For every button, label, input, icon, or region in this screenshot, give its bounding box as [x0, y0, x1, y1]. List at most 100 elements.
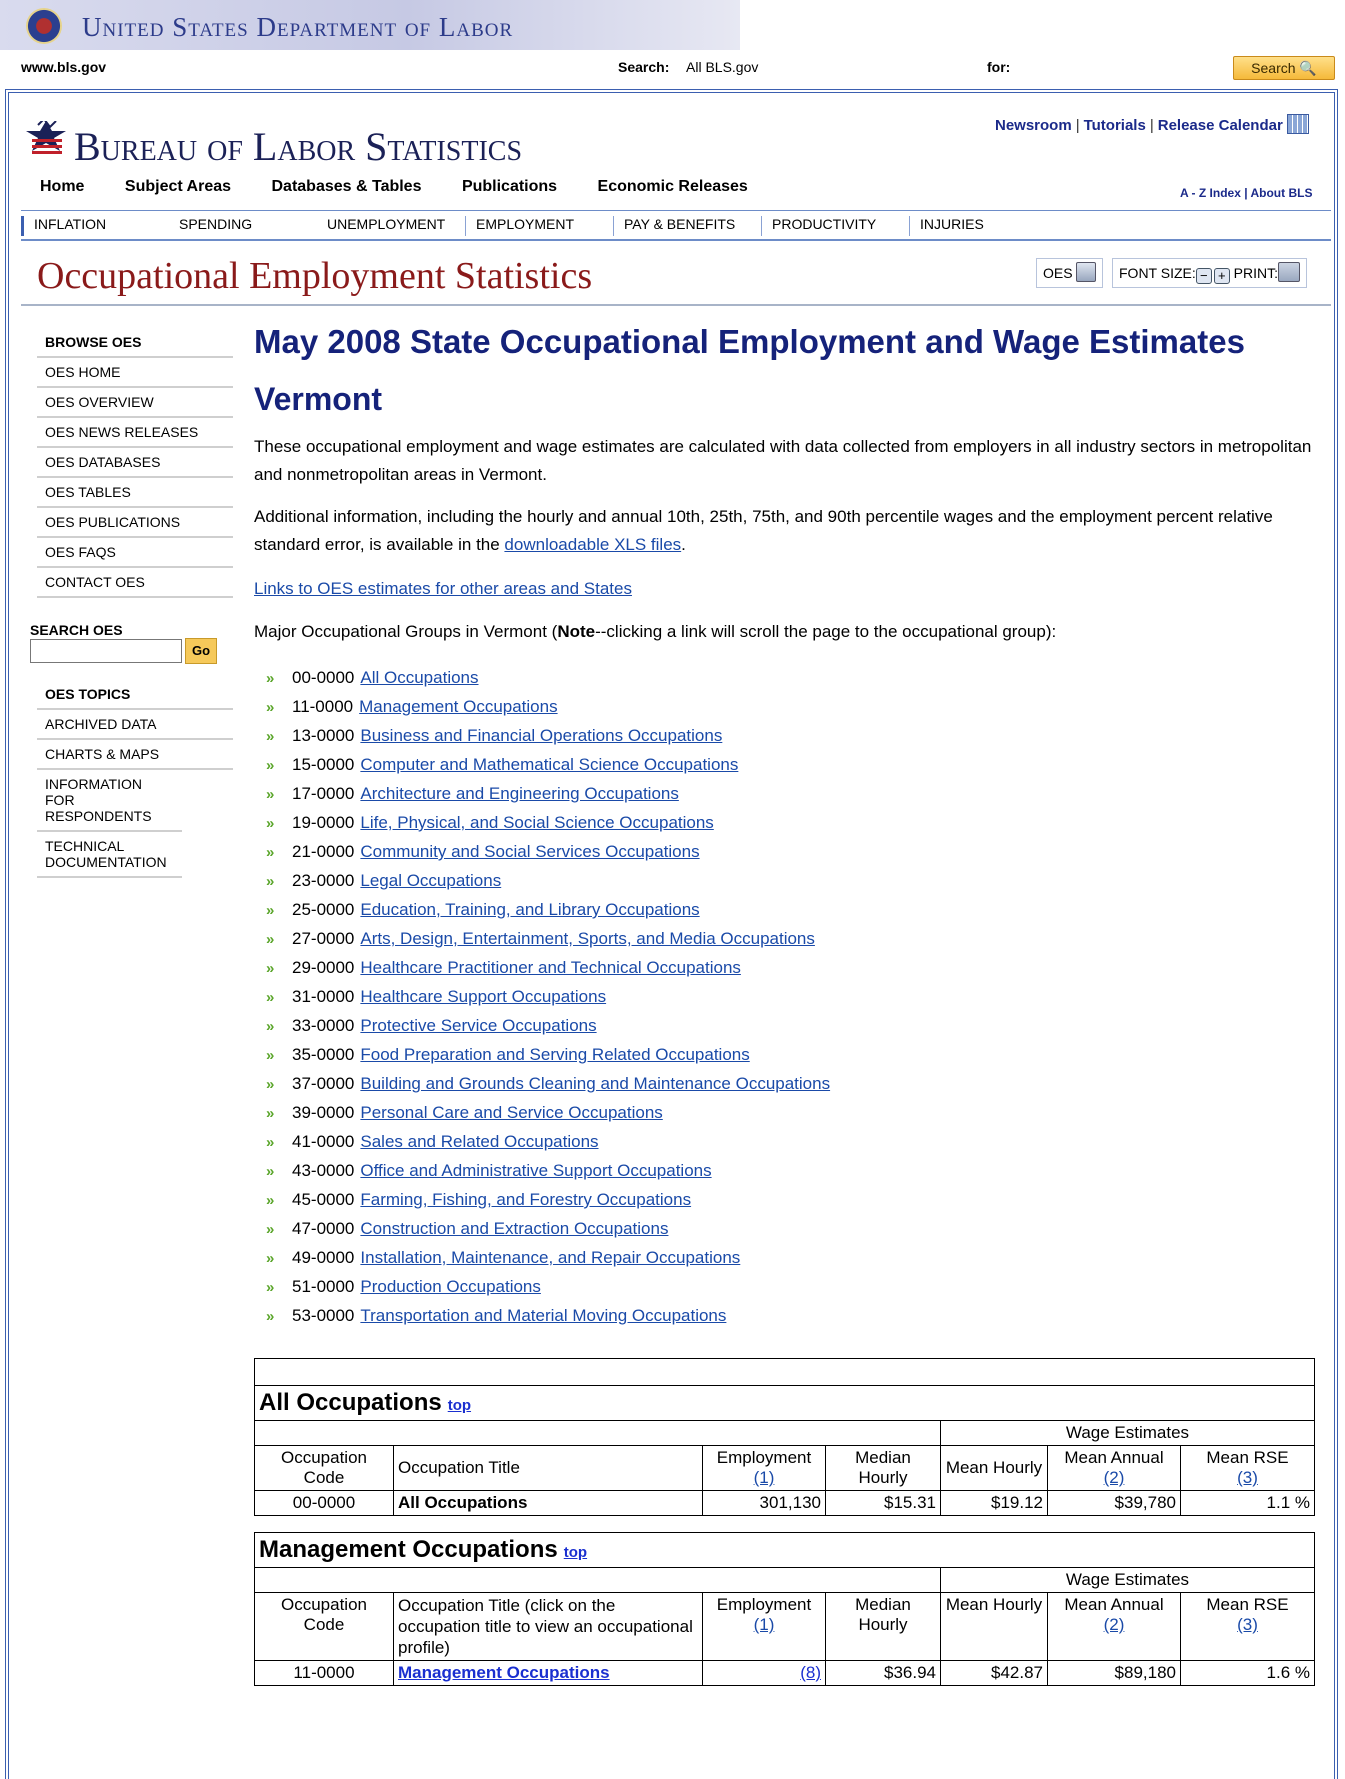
groups-intro-suffix: --clicking a link will scroll the page t… [595, 622, 1057, 641]
search-scope-select[interactable]: All BLS.gov [686, 59, 758, 75]
sidebar-item-oes-home[interactable]: OES HOME [37, 358, 233, 388]
col-header-mean-annual: Mean Annual (2) [1047, 1445, 1181, 1491]
tutorials-link[interactable]: Tutorials [1084, 117, 1146, 134]
about-bls-link[interactable]: About BLS [1250, 186, 1312, 200]
font-increase-icon[interactable]: + [1213, 268, 1230, 284]
group-link[interactable]: Legal Occupations [360, 871, 501, 890]
top-link[interactable]: top [564, 1544, 587, 1561]
group-link[interactable]: Community and Social Services Occupation… [360, 842, 699, 861]
oes-rss-icon[interactable] [1076, 262, 1097, 282]
group-link[interactable]: Personal Care and Service Occupations [360, 1103, 662, 1122]
nav-home[interactable]: Home [40, 178, 84, 195]
group-link[interactable]: Computer and Mathematical Science Occupa… [360, 755, 738, 774]
topic-unemployment[interactable]: UNEMPLOYMENT [317, 216, 445, 236]
cell-employment: (8) [702, 1660, 826, 1686]
cell-mean-annual: $39,780 [1047, 1490, 1181, 1516]
cell-code: 11-0000 [254, 1660, 394, 1686]
az-index-link[interactable]: A - Z Index [1180, 186, 1241, 200]
mean-rse-label: Mean RSE [1206, 1448, 1289, 1467]
group-link[interactable]: Architecture and Engineering Occupations [360, 784, 678, 803]
sidebar-search: SEARCH OES Go [30, 622, 233, 664]
font-decrease-icon[interactable]: − [1195, 268, 1212, 284]
group-link[interactable]: Sales and Related Occupations [360, 1132, 598, 1151]
list-item: » 21-0000 Community and Social Services Oc… [254, 839, 1314, 868]
group-link[interactable]: Production Occupations [360, 1277, 541, 1296]
group-link[interactable]: Protective Service Occupations [360, 1016, 596, 1035]
oes-tool[interactable]: OES [1036, 258, 1104, 288]
sidebar-item-news-releases[interactable]: OES NEWS RELEASES [37, 418, 233, 448]
group-code: 19-0000 [292, 813, 355, 832]
bls-logo[interactable]: Bureau of Labor Statistics [24, 103, 664, 169]
footnote-3-link[interactable]: (3) [1237, 1615, 1258, 1634]
double-chevron-icon: » [266, 699, 275, 716]
sidebar-item-oes-overview[interactable]: OES OVERVIEW [37, 388, 233, 418]
footnote-2-link[interactable]: (2) [1104, 1468, 1125, 1487]
nav-subject-areas[interactable]: Subject Areas [125, 178, 231, 195]
group-link[interactable]: Transportation and Material Moving Occup… [360, 1306, 726, 1325]
sidebar-item-faqs[interactable]: OES FAQS [37, 538, 233, 568]
release-calendar-link[interactable]: Release Calendar [1158, 117, 1283, 134]
sidebar-item-archived-data[interactable]: ARCHIVED DATA [37, 710, 233, 740]
top-link[interactable]: top [448, 1397, 471, 1414]
group-link[interactable]: Arts, Design, Entertainment, Sports, and… [360, 929, 815, 948]
topic-employment[interactable]: EMPLOYMENT [465, 216, 574, 236]
sidebar-item-charts-maps[interactable]: CHARTS & MAPS [37, 740, 233, 770]
group-link[interactable]: Business and Financial Operations Occupa… [360, 726, 722, 745]
group-link[interactable]: Food Preparation and Serving Related Occ… [360, 1045, 749, 1064]
search-button[interactable]: Search 🔍 [1233, 56, 1335, 80]
table-spacer-row [254, 1358, 1315, 1386]
topic-inflation[interactable]: INFLATION [21, 216, 106, 236]
group-link[interactable]: Farming, Fishing, and Forestry Occupatio… [360, 1190, 691, 1209]
topic-pay-benefits[interactable]: PAY & BENEFITS [613, 216, 735, 236]
group-code: 17-0000 [292, 784, 355, 803]
footnote-2-link[interactable]: (2) [1104, 1615, 1125, 1634]
print-icon[interactable] [1277, 262, 1300, 282]
all-occupations-table: All Occupations top Wage Estimates Occupa… [254, 1358, 1315, 1516]
sidebar-item-databases[interactable]: OES DATABASES [37, 448, 233, 478]
group-link[interactable]: Management Occupations [359, 697, 557, 716]
nav-databases-tables[interactable]: Databases & Tables [271, 178, 421, 195]
group-link[interactable]: All Occupations [360, 668, 478, 687]
sidebar-item-tables[interactable]: OES TABLES [37, 478, 233, 508]
group-link[interactable]: Building and Grounds Cleaning and Mainte… [360, 1074, 830, 1093]
go-button[interactable]: Go [185, 638, 217, 664]
group-link[interactable]: Education, Training, and Library Occupat… [360, 900, 699, 919]
list-item: » 00-0000 All Occupations [254, 665, 1314, 694]
sidebar-item-contact[interactable]: CONTACT OES [37, 568, 233, 598]
nav-economic-releases[interactable]: Economic Releases [598, 178, 748, 195]
dol-title[interactable]: United States Department of Labor [82, 12, 513, 43]
group-link[interactable]: Installation, Maintenance, and Repair Oc… [360, 1248, 740, 1267]
sidebar-item-technical-documentation[interactable]: TECHNICAL DOCUMENTATION [37, 832, 182, 878]
calendar-icon[interactable] [1286, 114, 1309, 134]
xls-files-link[interactable]: downloadable XLS files [504, 535, 681, 554]
double-chevron-icon: » [266, 873, 275, 890]
wage-header-blank [254, 1420, 941, 1446]
topic-spending[interactable]: SPENDING [169, 216, 252, 236]
sidebar-item-publications[interactable]: OES PUBLICATIONS [37, 508, 233, 538]
list-item: » 29-0000 Healthcare Practitioner and Tech… [254, 955, 1314, 984]
footnote-8-link[interactable]: (8) [800, 1663, 821, 1682]
topic-injuries[interactable]: INJURIES [909, 216, 984, 236]
mean-rse-label: Mean RSE [1206, 1595, 1289, 1614]
additional-info-text: Additional information, including the ho… [254, 507, 1273, 554]
main-nav: Home Subject Areas Databases & Tables Pu… [40, 178, 784, 196]
group-link[interactable]: Healthcare Practitioner and Technical Oc… [360, 958, 741, 977]
group-link[interactable]: Life, Physical, and Social Science Occup… [360, 813, 713, 832]
print-label: PRINT: [1233, 265, 1278, 281]
sidebar-item-information-respondents[interactable]: INFORMATION FOR RESPONDENTS [37, 770, 182, 832]
double-chevron-icon: » [266, 960, 275, 977]
newsroom-link[interactable]: Newsroom [995, 117, 1072, 134]
management-occupations-link[interactable]: Management Occupations [398, 1663, 610, 1682]
footnote-1-link[interactable]: (1) [754, 1468, 775, 1487]
group-link[interactable]: Construction and Extraction Occupations [360, 1219, 668, 1238]
other-areas-link[interactable]: Links to OES estimates for other areas a… [254, 579, 632, 598]
footnote-1-link[interactable]: (1) [754, 1615, 775, 1634]
page-tools: FONT SIZE: − + PRINT: [1112, 258, 1307, 288]
site-url[interactable]: www.bls.gov [21, 59, 106, 75]
group-link[interactable]: Office and Administrative Support Occupa… [360, 1161, 711, 1180]
search-oes-input[interactable] [30, 639, 182, 663]
footnote-3-link[interactable]: (3) [1237, 1468, 1258, 1487]
nav-publications[interactable]: Publications [462, 178, 557, 195]
topic-productivity[interactable]: PRODUCTIVITY [761, 216, 876, 236]
group-link[interactable]: Healthcare Support Occupations [360, 987, 606, 1006]
